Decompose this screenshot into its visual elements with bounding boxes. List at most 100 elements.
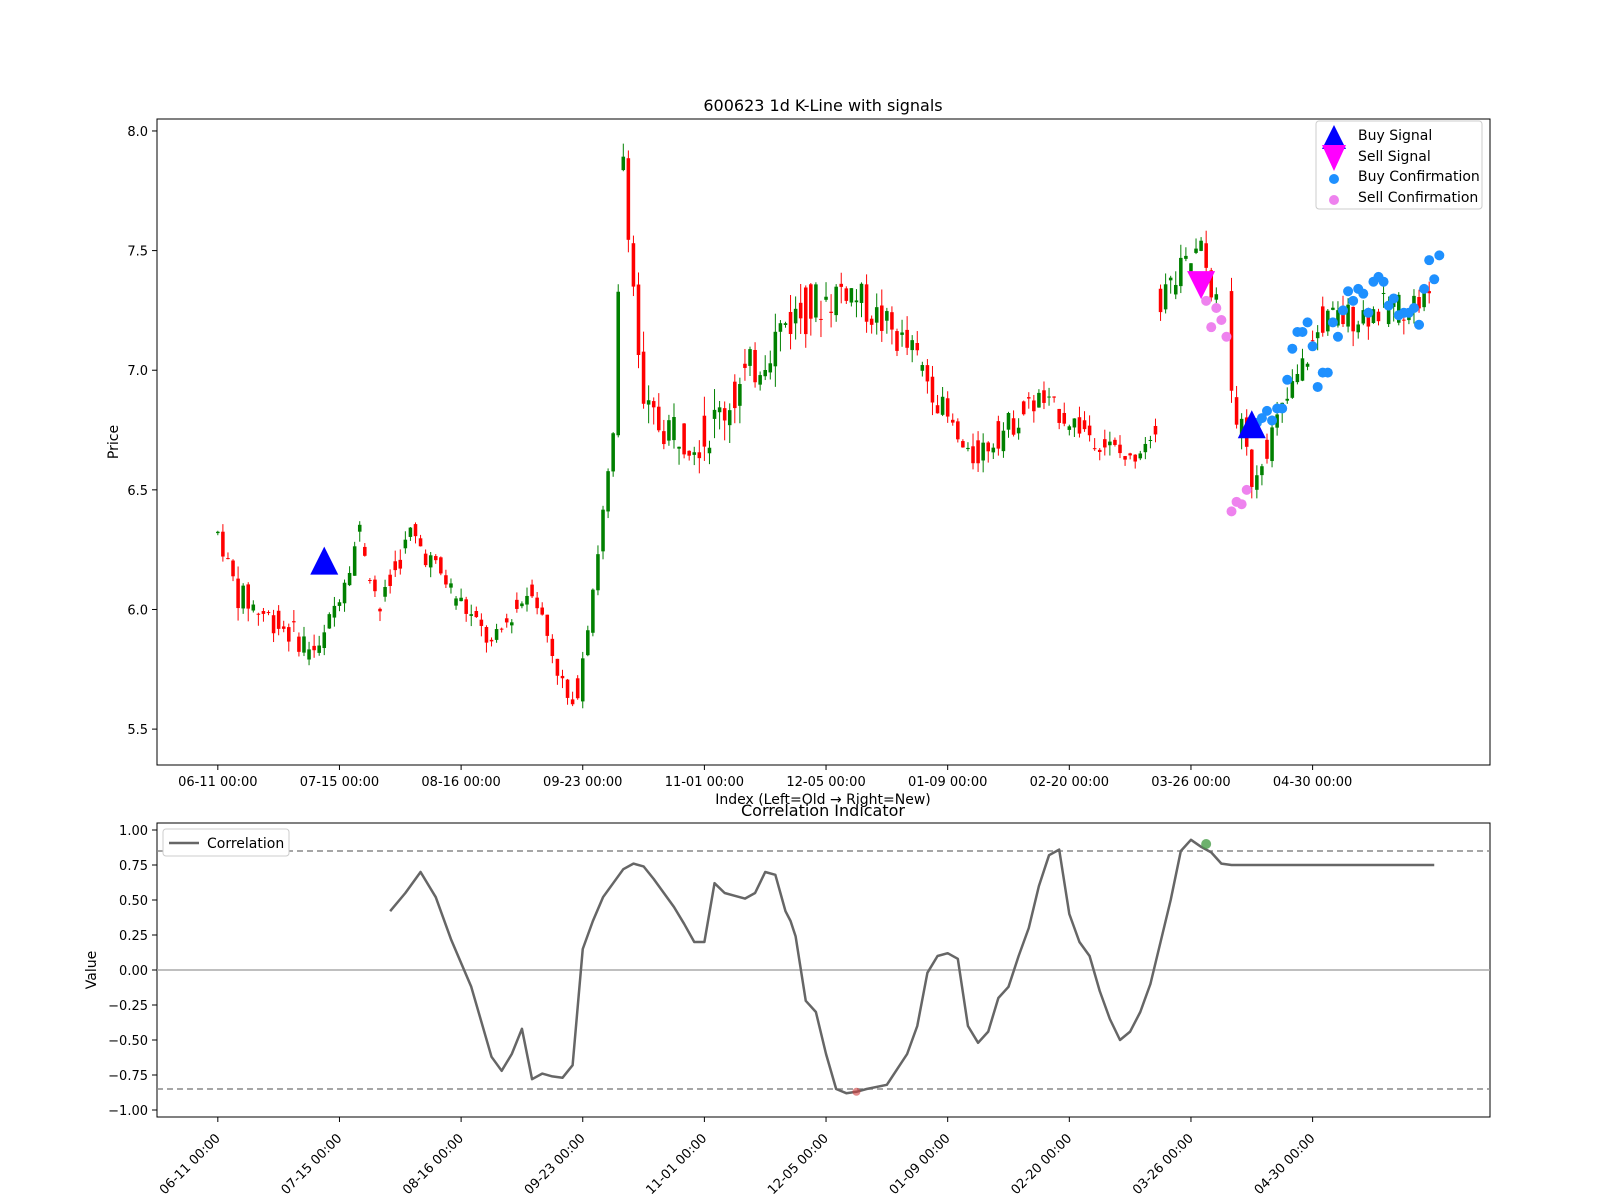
candle-body (1077, 417, 1082, 434)
candle-body (1143, 443, 1148, 453)
candle-body (494, 629, 499, 640)
candle-body (940, 396, 945, 415)
corr-y-tick-label: 0.00 (119, 964, 148, 979)
candle-body (864, 284, 869, 322)
candle-body (1381, 292, 1386, 295)
candle-body (221, 531, 225, 557)
kline-x-tick-label: 11-01 00:00 (665, 775, 744, 790)
candle-body (753, 349, 757, 383)
candle-body (961, 441, 965, 448)
buy-confirmation-point (1282, 374, 1293, 385)
corr-title: Correlation Indicator (741, 801, 905, 820)
candle-body (418, 538, 423, 547)
candle-body (1315, 332, 1320, 339)
kline-x-tick-label: 02-20 00:00 (1030, 775, 1109, 790)
candle-body (930, 376, 935, 403)
candle-body (575, 678, 580, 699)
candle-body (352, 546, 357, 576)
kline-y-ticks: 5.5 6.0 6.5 7.0 7.5 8.0 (127, 125, 157, 738)
candle-body (368, 579, 372, 581)
candle-body (692, 452, 697, 455)
candle-body (1260, 466, 1264, 476)
candle-body (1351, 306, 1355, 332)
candle-body (1158, 288, 1163, 313)
candle-body (312, 645, 316, 651)
candle-body (297, 636, 301, 652)
candle-body (1108, 441, 1112, 446)
candle-body (489, 639, 494, 642)
legend-buy-signal-label: Buy Signal (1358, 128, 1432, 144)
corr-x-tick-label: 01-09 00:00 (887, 1131, 954, 1198)
corr-y-tick-label: −1.00 (108, 1104, 148, 1119)
candle-body (900, 332, 904, 335)
candle-body (464, 599, 468, 614)
candle-body (844, 288, 849, 301)
candle-body (697, 452, 702, 459)
buy-confirmation-point (1429, 274, 1440, 285)
buy-confirmation-point (1424, 255, 1435, 266)
legend-sell-confirmation-icon (1329, 195, 1339, 205)
candle-body (677, 446, 681, 449)
candle-body (317, 645, 321, 653)
candle-body (1138, 453, 1143, 459)
candle-body (626, 158, 631, 240)
candle-body (641, 351, 646, 404)
candle-body (621, 156, 626, 171)
candle-body (1234, 397, 1239, 425)
legend-correlation-label: Correlation (207, 836, 284, 852)
candle-body (444, 575, 448, 585)
candle-body (515, 599, 519, 609)
kline-x-tick-label: 12-05 00:00 (786, 775, 865, 790)
candle-body (601, 509, 605, 552)
candle-body (1042, 390, 1046, 403)
candle-body (241, 585, 245, 609)
kline-x-tick-label: 08-16 00:00 (421, 775, 500, 790)
candle-body (1148, 439, 1153, 441)
candle-body (1037, 392, 1041, 408)
candle-body (226, 558, 230, 560)
sell-confirmation-point (1206, 322, 1217, 333)
buy-confirmation-point (1322, 367, 1333, 378)
candle-body (717, 407, 722, 413)
kline-title: 600623 1d K-Line with signals (703, 96, 942, 115)
candle-body (586, 630, 590, 656)
candle-body (1402, 319, 1406, 321)
candle-body (738, 384, 742, 406)
candle-body (1123, 456, 1127, 460)
candle-body (1026, 397, 1031, 399)
kline-y-tick-label: 7.0 (127, 364, 148, 379)
candle-body (322, 632, 327, 649)
buy-confirmation-point (1267, 415, 1278, 426)
candle-body (1422, 293, 1426, 308)
kline-markers (310, 250, 1445, 575)
kline-x-tick-label: 03-26 00:00 (1151, 775, 1230, 790)
candle-body (702, 415, 707, 447)
candle-body (1168, 277, 1173, 281)
candle-body (778, 323, 783, 332)
candle-body (504, 618, 509, 623)
candle-body (1103, 439, 1107, 448)
candle-body (231, 560, 235, 577)
corr-y-label: Value (84, 951, 100, 989)
candle-body (1320, 306, 1325, 333)
buy-confirmation-point (1307, 341, 1318, 352)
kline-x-ticks: 06-11 00:00 07-15 00:00 08-16 00:00 09-23 0… (178, 765, 1352, 790)
candle-body (565, 679, 570, 698)
candle-body (682, 423, 686, 455)
buy-confirmation-point (1388, 293, 1399, 304)
candle-body (935, 405, 940, 414)
candle-body (1250, 449, 1254, 487)
candle-body (910, 340, 914, 351)
candle-body (1097, 449, 1102, 452)
buy-confirmation-point (1408, 303, 1419, 314)
candle-body (398, 559, 403, 569)
corr-x-tick-label: 06-11 00:00 (157, 1131, 224, 1198)
candle-body (611, 433, 615, 472)
buy-confirmation-point (1261, 405, 1272, 416)
candle-body (996, 421, 1001, 449)
buy-confirmation-point (1358, 288, 1369, 299)
candle-body (1290, 381, 1295, 398)
candle-body (332, 605, 337, 618)
candle-body (895, 331, 899, 351)
candle-body (915, 343, 920, 351)
